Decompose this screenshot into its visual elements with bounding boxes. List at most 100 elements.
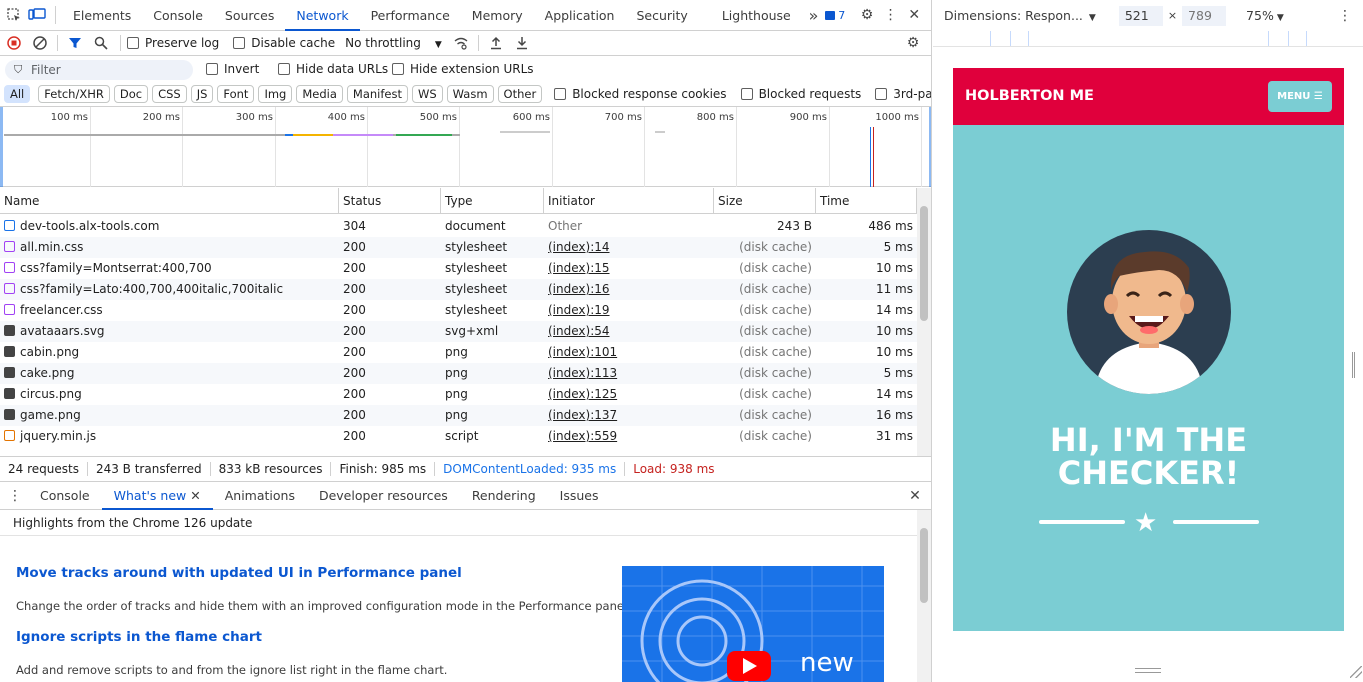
disable-cache-checkbox[interactable]: Disable cache: [233, 36, 335, 50]
tab-security[interactable]: Security: [625, 0, 698, 31]
inspect-element-icon[interactable]: [2, 3, 26, 27]
tab-lighthouse[interactable]: Lighthouse: [711, 0, 802, 31]
viewport-width-input[interactable]: 521: [1118, 5, 1163, 26]
hide-extension-urls-checkbox[interactable]: Hide extension URLs: [392, 62, 534, 76]
table-row[interactable]: freelancer.css 200 stylesheet (index):19 (di…: [0, 300, 917, 321]
table-row[interactable]: css?family=Lato:400,700,400italic,700ita…: [0, 279, 917, 300]
site-brand[interactable]: HOLBERTON ME: [965, 88, 1094, 104]
more-tabs-icon[interactable]: »: [802, 3, 826, 27]
table-row[interactable]: cake.png 200 png (index):113 (disk cache) 5 m…: [0, 363, 917, 384]
whats-new-item-title[interactable]: Ignore scripts in the flame chart: [16, 629, 262, 645]
drawer-tab-issues[interactable]: Issues: [548, 482, 611, 510]
invert-checkbox[interactable]: Invert: [206, 62, 259, 76]
device-toolbar-icon[interactable]: [26, 3, 50, 27]
type-filter-other[interactable]: Other: [497, 85, 543, 103]
whats-new-scrollbar-thumb[interactable]: [920, 528, 928, 603]
blocked-response-cookies-checkbox[interactable]: Blocked response cookies: [554, 87, 727, 101]
drawer-tab-console[interactable]: Console: [28, 482, 102, 510]
column-header-initiator[interactable]: Initiator: [544, 188, 714, 214]
tab-console[interactable]: Console: [142, 0, 214, 31]
drawer-tab-developer-resources[interactable]: Developer resources: [307, 482, 460, 510]
type-filter-media[interactable]: Media: [296, 85, 343, 103]
table-row[interactable]: cabin.png 200 png (index):101 (disk cache) 10…: [0, 342, 917, 363]
clear-icon[interactable]: [27, 31, 53, 55]
type-filter-wasm[interactable]: Wasm: [446, 85, 494, 103]
requests-scrollbar-thumb[interactable]: [920, 206, 928, 321]
blocked-requests-checkbox[interactable]: Blocked requests: [740, 87, 861, 101]
tab-performance[interactable]: Performance: [360, 0, 461, 31]
tab-application[interactable]: Application: [534, 0, 626, 31]
table-row[interactable]: all.min.css 200 stylesheet (index):14 (disk …: [0, 237, 917, 258]
export-har-icon[interactable]: [509, 31, 535, 55]
hide-data-urls-checkbox[interactable]: Hide data URLs: [278, 62, 388, 76]
tab-memory[interactable]: Memory: [461, 0, 534, 31]
zoom-select[interactable]: 75% ▼: [1246, 8, 1284, 23]
column-header-type[interactable]: Type: [441, 188, 544, 214]
table-row[interactable]: circus.png 200 png (index):125 (disk cache) 1…: [0, 384, 917, 405]
import-har-icon[interactable]: [483, 31, 509, 55]
timeline-range-handle[interactable]: [0, 107, 3, 187]
third-party-requests-checkbox[interactable]: 3rd-party requests: [875, 87, 931, 101]
network-settings-gear-icon[interactable]: ⚙: [900, 31, 926, 55]
third-party-requests-box[interactable]: [875, 88, 888, 100]
preserve-log-box[interactable]: [127, 37, 139, 49]
cell-initiator[interactable]: (index):101: [544, 342, 714, 363]
column-header-size[interactable]: Size: [714, 188, 816, 214]
requests-scrollbar[interactable]: [917, 188, 931, 456]
type-filter-manifest[interactable]: Manifest: [346, 85, 408, 103]
preserve-log-checkbox[interactable]: Preserve log: [127, 36, 219, 50]
viewport-height-input[interactable]: 789: [1182, 5, 1227, 26]
search-icon[interactable]: [88, 31, 114, 55]
cell-initiator[interactable]: (index):15: [544, 258, 714, 279]
column-header-name[interactable]: Name: [0, 188, 339, 214]
close-devtools-icon[interactable]: ✕: [902, 3, 926, 27]
tab-elements[interactable]: Elements: [62, 0, 142, 31]
blocked-response-cookies-box[interactable]: [554, 88, 567, 100]
hide-data-urls-box[interactable]: [278, 63, 290, 75]
close-drawer-icon[interactable]: ✕: [902, 484, 928, 508]
tab-network[interactable]: Network: [285, 0, 360, 31]
invert-box[interactable]: [206, 63, 218, 75]
whats-new-item-title[interactable]: Move tracks around with updated UI in Pe…: [16, 565, 462, 581]
filter-input[interactable]: ⛉ Filter: [5, 60, 193, 80]
cell-initiator[interactable]: (index):54: [544, 321, 714, 342]
horizontal-resize-handle[interactable]: [1135, 668, 1161, 673]
media-query-ruler[interactable]: [933, 31, 1363, 47]
column-header-status[interactable]: Status: [339, 188, 441, 214]
whats-new-video-thumbnail[interactable]: new: [622, 566, 884, 682]
type-filter-css[interactable]: CSS: [152, 85, 187, 103]
cell-initiator[interactable]: (index):14: [544, 237, 714, 258]
blocked-requests-box[interactable]: [740, 88, 753, 100]
dimensions-select[interactable]: Dimensions: Respon... ▼: [944, 8, 1096, 23]
cell-initiator[interactable]: (index):125: [544, 384, 714, 405]
type-filter-fetch-xhr[interactable]: Fetch/XHR: [38, 85, 110, 103]
table-row[interactable]: dev-tools.alx-tools.com 304 document Other 2…: [0, 216, 917, 237]
drawer-tab-whats-new[interactable]: What's new ✕: [101, 482, 213, 510]
column-header-time[interactable]: Time: [816, 188, 917, 214]
cell-initiator[interactable]: (index):19: [544, 300, 714, 321]
whats-new-scrollbar[interactable]: [917, 510, 931, 682]
disable-cache-box[interactable]: [233, 37, 246, 49]
cell-initiator[interactable]: (index):559: [544, 426, 714, 447]
hide-extension-urls-box[interactable]: [392, 63, 404, 75]
issues-badge[interactable]: 7: [825, 9, 845, 22]
table-row[interactable]: css?family=Montserrat:400,700 200 styleshe…: [0, 258, 917, 279]
cell-initiator[interactable]: (index):137: [544, 405, 714, 426]
drawer-menu-icon[interactable]: ⋮: [2, 484, 28, 508]
network-overview-timeline[interactable]: 100 ms 200 ms 300 ms 400 ms 500 ms 600 m…: [0, 107, 931, 187]
tab-sources[interactable]: Sources: [214, 0, 285, 31]
drawer-tab-rendering[interactable]: Rendering: [460, 482, 548, 510]
drawer-tab-animations[interactable]: Animations: [213, 482, 307, 510]
type-filter-font[interactable]: Font: [217, 85, 255, 103]
throttling-select[interactable]: No throttling ▼: [345, 36, 442, 50]
table-row[interactable]: jquery.min.js 200 script (index):559 (disk c…: [0, 426, 917, 447]
vertical-resize-handle[interactable]: [1352, 352, 1355, 378]
close-tab-icon[interactable]: ✕: [190, 488, 200, 503]
table-row[interactable]: avataaars.svg 200 svg+xml (index):54 (disk c…: [0, 321, 917, 342]
corner-resize-handle[interactable]: [1350, 666, 1362, 678]
device-options-icon[interactable]: ⋮: [1332, 4, 1358, 28]
network-conditions-icon[interactable]: [448, 31, 474, 55]
type-filter-ws[interactable]: WS: [411, 85, 443, 103]
timeline-range-handle[interactable]: [929, 107, 931, 187]
type-filter-img[interactable]: Img: [258, 85, 293, 103]
